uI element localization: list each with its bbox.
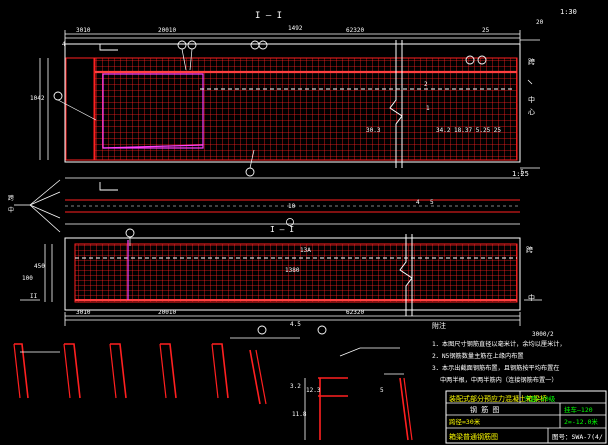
bottom-dim-left-mid: 20010: [158, 309, 176, 316]
bottom-dim-note: 3000/2: [532, 331, 554, 338]
tb-span: 跨径=30米: [449, 417, 481, 426]
title-block: 装配式部分预应力混凝土箱梁桥 汽超—20级 钢 筋 图 挂车—120 跨径=30…: [449, 394, 603, 441]
bar-label-a: 13A: [300, 247, 311, 254]
marker-I: I: [520, 169, 524, 176]
tb-subtitle: 钢 筋 图: [470, 405, 499, 414]
side-dim-top-height: 1042: [30, 95, 45, 102]
top-dim-total: 1492: [288, 25, 303, 32]
bar-label-c: 34.2 18.37 5.25 25: [436, 127, 501, 134]
bottom-dim-right-span: 62320: [346, 309, 364, 316]
bottom-elevation: [20, 228, 542, 335]
side-dim-bottom-height: 450: [34, 263, 45, 270]
small-dim-4: 5: [380, 387, 384, 394]
small-dim-2: 12.3: [306, 387, 321, 394]
small-label-3: 4: [416, 199, 420, 206]
top-num: 10: [288, 203, 296, 210]
left-fan-tag-2: 中: [8, 206, 14, 214]
small-label-4: 5: [430, 199, 434, 206]
top-dim-right-span: 62320: [346, 27, 364, 34]
top-dim-left-small: 3010: [76, 27, 91, 34]
notes-line-4: 中两半根，中两半筋内（连接钢筋布置一）: [440, 376, 558, 384]
notes-line-1: 1．本图尺寸钢筋直径以毫米计，余均以厘米计，: [432, 340, 566, 348]
plan-strip: [14, 179, 520, 233]
small-detail: [304, 373, 413, 441]
tb-drawing-name: 箱梁普通钢筋图: [449, 432, 498, 441]
left-num: 4: [62, 41, 66, 48]
section-label: I — I: [255, 11, 282, 21]
scale-top-right: 1:30: [560, 8, 577, 16]
mid-label: 1380: [285, 267, 300, 274]
tb-drawing-no: 图号：SWA-7(4/: [552, 433, 603, 441]
top-elevation: [39, 30, 540, 191]
top-dim-right-far: 20: [536, 19, 544, 26]
small-dim-1: 3.2: [290, 383, 301, 390]
notes-line-2: 2．N5钢筋数量主筋在上缘内布置: [432, 352, 524, 360]
small-label-1: 1: [426, 105, 430, 112]
tb-angle: 2=-12.0米: [564, 417, 598, 426]
right-tag: 4.5: [290, 321, 301, 328]
bar-label-b: 30.3: [366, 127, 381, 134]
end-tag-3: 心: [528, 108, 535, 116]
end-tag-bottom-2: 中: [528, 293, 535, 302]
top-dim-right-end: 25: [482, 27, 490, 34]
tb-code-2: 挂车—120: [564, 405, 593, 414]
notes-line-3: 3．本示出截面钢筋布置，且钢筋按平均布置在: [432, 364, 559, 372]
side-dim-plan-height: 100: [22, 275, 33, 282]
end-tag-bottom-1: 跨: [526, 245, 533, 254]
small-label-2: 2: [424, 81, 428, 88]
cad-drawing: 1:30 I — I I — I 1:25 1492 3010 20010 62…: [8, 8, 607, 444]
tb-code-1: 汽超—20级: [524, 394, 556, 403]
notes-heading: 附注: [432, 321, 446, 330]
end-tag-2: 中: [528, 95, 535, 104]
plan-label: I — I: [270, 225, 294, 234]
small-dim-3: 11.8: [292, 411, 307, 418]
marker-II: II: [30, 293, 38, 300]
bar-details: [13, 337, 400, 405]
top-dim-left-mid: 20010: [158, 27, 176, 34]
left-fan-tag-1: 跨: [8, 194, 14, 202]
bottom-dim-left-small: 3010: [76, 309, 91, 316]
end-tag-1: 跨: [528, 57, 535, 66]
